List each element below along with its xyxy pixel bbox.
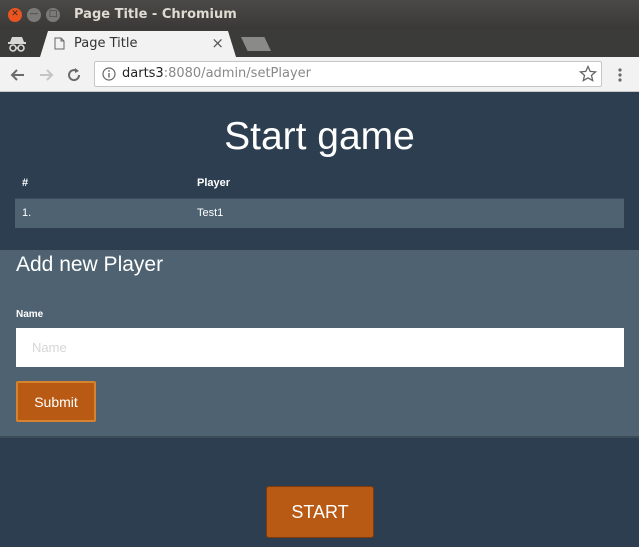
- tab-label: Page Title: [74, 36, 138, 51]
- new-tab-button[interactable]: [241, 37, 271, 51]
- back-arrow-icon[interactable]: [9, 66, 27, 84]
- start-button[interactable]: START: [266, 486, 374, 538]
- table-header-player: Player: [197, 177, 231, 189]
- maximize-window-icon[interactable]: □: [46, 7, 60, 22]
- table-row: 1. Test1: [15, 198, 624, 228]
- add-player-heading: Add new Player: [16, 253, 164, 276]
- navigation-bar: darts3:8080/admin/setPlayer: [0, 57, 639, 92]
- star-icon[interactable]: [579, 65, 597, 83]
- forward-arrow-icon[interactable]: [37, 66, 55, 84]
- row-player-name: Test1: [197, 207, 224, 219]
- add-player-panel: Add new Player Name Submit: [0, 250, 639, 438]
- tab-close-icon[interactable]: ×: [211, 34, 224, 52]
- url-text: darts3:8080/admin/setPlayer: [122, 66, 311, 81]
- window-titlebar: ✕ — □ Page Title - Chromium: [0, 0, 639, 29]
- name-label: Name: [16, 309, 44, 320]
- submit-button[interactable]: Submit: [16, 381, 96, 422]
- row-number: 1.: [22, 207, 32, 219]
- url-path: :8080/admin/setPlayer: [163, 66, 311, 81]
- close-window-icon[interactable]: ✕: [8, 7, 22, 22]
- window-title: Page Title - Chromium: [74, 7, 237, 22]
- table-header-number: #: [22, 177, 29, 189]
- page-content: Start game # Player 1. Test1 Add new Pla…: [0, 93, 639, 547]
- address-bar[interactable]: darts3:8080/admin/setPlayer: [94, 61, 602, 87]
- menu-icon[interactable]: [612, 66, 628, 84]
- tab-strip: Page Title ×: [0, 29, 639, 57]
- incognito-icon: [8, 37, 26, 52]
- url-host: darts3: [122, 66, 164, 81]
- page-favicon-icon: [54, 37, 65, 50]
- tab-page-title[interactable]: Page Title ×: [40, 31, 236, 57]
- minimize-window-icon[interactable]: —: [27, 7, 41, 22]
- page-title: Start game: [224, 115, 415, 158]
- info-icon[interactable]: [102, 67, 116, 81]
- reload-icon[interactable]: [65, 66, 83, 84]
- name-input[interactable]: [16, 328, 624, 367]
